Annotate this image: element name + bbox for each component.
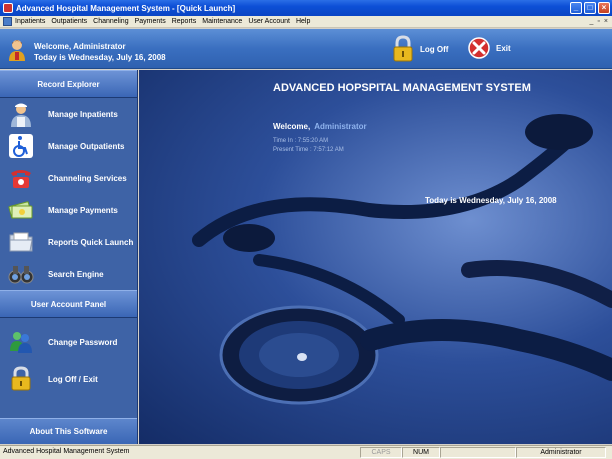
menu-bar: Inpatients Outpatients Channeling Paymen… <box>0 16 612 28</box>
mdi-close-button[interactable]: × <box>604 18 608 25</box>
menu-inpatients[interactable]: Inpatients <box>15 18 45 25</box>
menu-channeling[interactable]: Channeling <box>93 18 128 25</box>
present-time: Present Time : 7:57:12 AM <box>273 147 344 153</box>
menu-maintenance[interactable]: Maintenance <box>202 18 242 25</box>
mdi-minimize-button[interactable]: _ <box>590 18 594 25</box>
sidebar-item-manage-outpatients[interactable]: Manage Outpatients <box>0 130 137 162</box>
window-title: Advanced Hospital Management System - [Q… <box>16 3 236 13</box>
header-banner: Welcome, Administrator Today is Wednesda… <box>0 29 612 69</box>
minimize-button[interactable]: _ <box>570 2 582 14</box>
status-num: NUM <box>402 447 440 458</box>
mdi-child-icon[interactable] <box>3 17 12 26</box>
logoff-label: Log Off <box>420 44 449 54</box>
wheelchair-icon <box>9 134 33 158</box>
main-date: Today is Wednesday, July 16, 2008 <box>425 196 557 205</box>
sidebar-item-manage-payments[interactable]: Manage Payments <box>0 194 137 226</box>
sidebar-item-label: Manage Payments <box>48 205 118 215</box>
date-line: Today is Wednesday, July 16, 2008 <box>34 53 166 62</box>
sidebar-item-label: Search Engine <box>48 269 104 279</box>
sidebar-item-label: Log Off / Exit <box>48 374 98 384</box>
welcome-user-name: Administrator <box>314 122 367 131</box>
menu-help[interactable]: Help <box>296 18 310 25</box>
exit-button[interactable]: Exit <box>468 37 511 59</box>
exit-x-icon <box>468 37 490 59</box>
main-title: ADVANCED HOPSPITAL MANAGEMENT SYSTEM <box>273 82 531 94</box>
money-icon <box>8 201 33 219</box>
nurse-icon <box>11 103 31 127</box>
folder-icon <box>9 232 33 252</box>
status-blank <box>440 447 516 458</box>
menu-payments[interactable]: Payments <box>135 18 166 25</box>
header-welcome: Welcome, Administrator Today is Wednesda… <box>34 41 166 63</box>
telephone-icon <box>11 170 31 188</box>
sidebar-item-channeling-services[interactable]: Channeling Services <box>0 162 137 194</box>
mdi-restore-button[interactable]: ▫ <box>597 18 599 25</box>
sidebar-item-label: Reports Quick Launch <box>48 237 134 247</box>
welcome-prefix: Welcome, <box>273 122 311 131</box>
sidebar-item-label: Channeling Services <box>48 173 127 183</box>
stethoscope-image <box>192 114 612 405</box>
user-account-panel-header[interactable]: User Account Panel <box>0 290 137 318</box>
exit-label: Exit <box>496 43 511 53</box>
padlock-icon <box>11 366 31 391</box>
menu-user-account[interactable]: User Account <box>248 18 290 25</box>
main-panel: ADVANCED HOPSPITAL MANAGEMENT SYSTEM Wel… <box>139 70 612 444</box>
status-bar: Advanced Hospital Management System CAPS… <box>0 445 612 459</box>
welcome-line: Welcome, Administrator <box>34 42 126 51</box>
sidebar-item-reports-quick-launch[interactable]: Reports Quick Launch <box>0 226 137 258</box>
users-icon <box>10 332 32 353</box>
sidebar-item-label: Manage Outpatients <box>48 141 125 151</box>
menu-outpatients[interactable]: Outpatients <box>51 18 87 25</box>
status-app-name: Advanced Hospital Management System <box>3 448 130 455</box>
sidebar-item-change-password[interactable]: Change Password <box>0 324 137 360</box>
sidebar-item-manage-inpatients[interactable]: Manage Inpatients <box>0 98 137 130</box>
time-in: Time In : 7:55:20 AM <box>273 138 329 144</box>
close-button[interactable]: × <box>598 2 610 14</box>
menu-reports[interactable]: Reports <box>172 18 197 25</box>
maximize-button[interactable]: □ <box>584 2 596 14</box>
sidebar-item-label: Manage Inpatients <box>48 109 118 119</box>
about-software-button[interactable]: About This Software <box>0 418 137 444</box>
record-explorer-header[interactable]: Record Explorer <box>0 70 137 98</box>
sidebar-item-label: Change Password <box>48 337 118 347</box>
sidebar-item-log-off-exit[interactable]: Log Off / Exit <box>0 360 137 398</box>
status-caps: CAPS <box>360 447 402 458</box>
mdi-controls: _ ▫ × <box>590 18 608 25</box>
user-icon <box>9 40 25 61</box>
status-user: Administrator <box>516 447 606 458</box>
binoculars-icon <box>8 266 34 284</box>
title-bar: Advanced Hospital Management System - [Q… <box>0 0 612 16</box>
padlock-icon <box>393 35 413 62</box>
app-icon <box>3 3 13 13</box>
sidebar-item-search-engine[interactable]: Search Engine <box>0 258 137 290</box>
main-welcome: Welcome, Administrator <box>273 122 367 131</box>
sidebar: Record Explorer Manage Inpatients Manage… <box>0 70 138 444</box>
logoff-button[interactable]: Log Off <box>392 35 448 63</box>
